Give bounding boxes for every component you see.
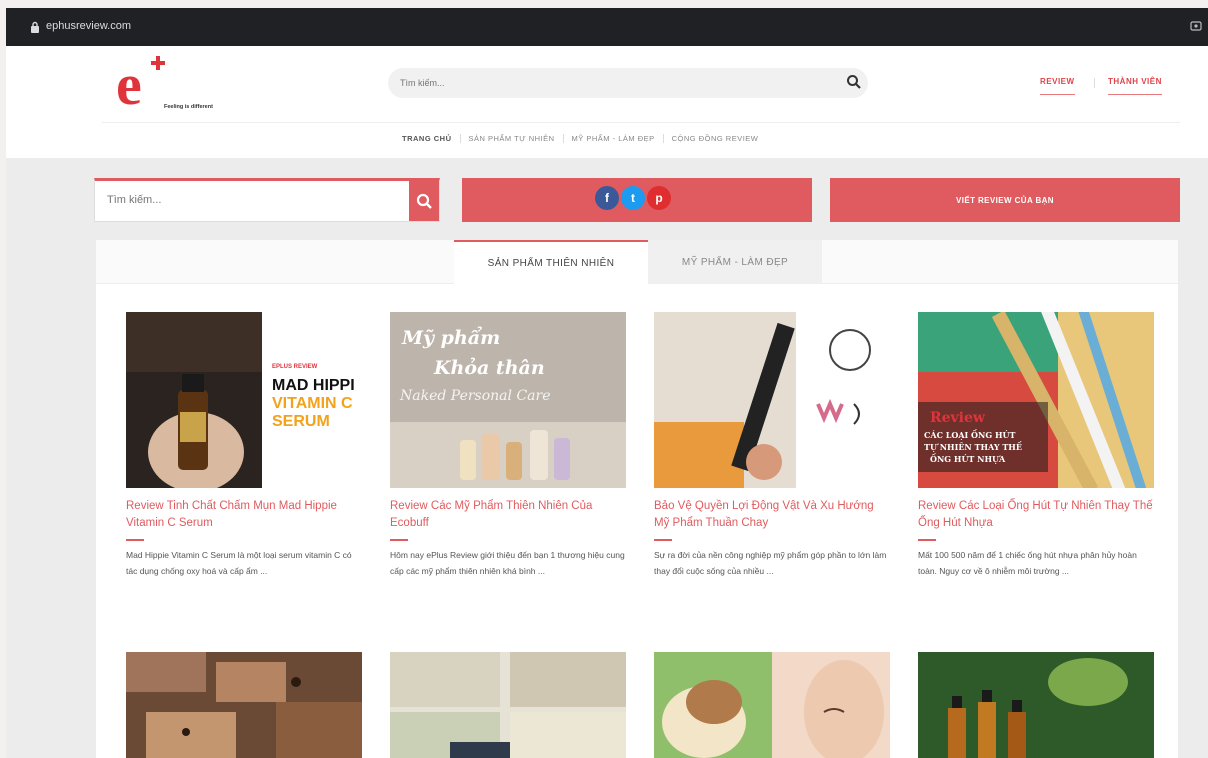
title-underline [390, 539, 408, 541]
logo-tagline: Feeling is different [164, 104, 213, 110]
straws-image-line3: TỰ NHIÊN THAY THẾ [924, 442, 1022, 452]
twitter-icon[interactable]: t [621, 186, 645, 210]
tab-natural-products[interactable]: SẢN PHẨM THIÊN NHIÊN [454, 240, 648, 284]
review-link[interactable]: REVIEW [1040, 77, 1075, 95]
pinterest-icon[interactable]: p [647, 186, 671, 210]
site-logo[interactable]: e Feeling is different [114, 52, 254, 117]
content-panel: SẢN PHẨM THIÊN NHIÊN MỸ PHẨM - LÀM ĐẸP E… [96, 240, 1178, 758]
category-tabs: SẢN PHẨM THIÊN NHIÊN MỸ PHẨM - LÀM ĐẸP [96, 240, 1178, 284]
article-thumbnail[interactable]: Mỹ phẩm Khỏa thân Naked Personal Care [390, 312, 626, 488]
search-icon [416, 193, 432, 209]
member-link-label: THÀNH VIÊN [1108, 77, 1162, 86]
review-link-underline [1040, 94, 1075, 95]
facebook-icon[interactable]: f [595, 186, 619, 210]
article-excerpt: Mad Hippie Vitamin C Serum là một loại s… [126, 550, 352, 576]
member-link[interactable]: THÀNH VIÊN [1108, 77, 1162, 95]
header-separator [1094, 78, 1095, 88]
action-row: f t p VIẾT REVIEW CỦA BẠN [6, 178, 1208, 224]
article-thumbnail[interactable] [126, 652, 362, 758]
article-title[interactable]: Bảo Vệ Quyền Lợi Động Vật Và Xu Hướng Mỹ… [654, 498, 890, 532]
search-icon[interactable] [846, 74, 862, 90]
vegan-cosmetics-image [654, 312, 890, 488]
nav-item-community[interactable]: CỘNG ĐỒNG REVIEW [664, 134, 767, 143]
article-title[interactable]: Review Các Mỹ Phẩm Thiên Nhiên Của Ecobu… [390, 498, 626, 532]
logo-mark: e [116, 52, 165, 117]
ecobuff-image-line2: Khỏa thân [433, 357, 545, 379]
url-text[interactable]: ephusreview.com [46, 20, 131, 32]
browser-url-bar[interactable]: ephusreview.com [6, 8, 1208, 46]
social-share-box: f t p [462, 178, 812, 222]
article-thumbnail[interactable] [918, 652, 1154, 758]
sidebar-search-button[interactable] [409, 181, 439, 221]
nav-divider [102, 122, 1180, 123]
article-excerpt: Mất 100 500 năm để 1 chiếc ống hút nhựa … [918, 550, 1137, 576]
serum-image-line2: VITAMIN C [272, 395, 353, 412]
article-thumbnail[interactable] [654, 652, 890, 758]
nav-item-cosmetics[interactable]: MỸ PHẨM - LÀM ĐẸP [564, 134, 664, 143]
straws-image: Review CÁC LOẠI ỐNG HÚT TỰ NHIÊN THAY TH… [918, 312, 1154, 488]
article-title[interactable]: Review Tinh Chất Chấm Mụn Mad Hippie Vit… [126, 498, 362, 532]
nav-item-natural-products[interactable]: SẢN PHẨM TỰ NHIÊN [461, 134, 564, 143]
serum-image-label: EPLUS REVIEW [272, 364, 318, 370]
ecobuff-image-line3: Naked Personal Care [399, 388, 551, 404]
article-thumbnail[interactable] [654, 312, 890, 488]
article-title[interactable]: Review Các Loại Ống Hút Tự Nhiên Thay Th… [918, 498, 1154, 532]
coconut-face-image [654, 652, 890, 758]
serum-image-line1: MAD HIPPI [272, 377, 355, 394]
social-icons: f t p [595, 186, 671, 210]
svg-text:e: e [116, 54, 142, 110]
serum-image-line3: SERUM [272, 413, 330, 430]
straws-image-line4: ỐNG HÚT NHỰA [930, 454, 1006, 464]
soap-image [126, 652, 362, 758]
title-underline [918, 539, 936, 541]
article-thumbnail[interactable]: Review CÁC LOẠI ỐNG HÚT TỰ NHIÊN THAY TH… [918, 312, 1154, 488]
lock-icon [31, 21, 39, 33]
title-underline [126, 539, 144, 541]
straws-image-line2: CÁC LOẠI ỐNG HÚT [924, 430, 1015, 440]
title-underline [654, 539, 672, 541]
review-link-label: REVIEW [1040, 77, 1075, 86]
site-header: e Feeling is different REVIEW THÀNH VIÊN… [6, 46, 1208, 158]
herbal-soap-image [390, 652, 626, 758]
article-excerpt: Sự ra đời của nền công nghiệp mỹ phẩm gó… [654, 550, 887, 576]
article-thumbnail[interactable]: EPLUS REVIEW MAD HIPPI VITAMIN C SERUM [126, 312, 362, 488]
header-search-input[interactable] [388, 68, 868, 98]
essential-oils-image [918, 652, 1154, 758]
tab-cosmetics[interactable]: MỸ PHẨM - LÀM ĐẸP [648, 240, 822, 284]
serum-image: EPLUS REVIEW MAD HIPPI VITAMIN C SERUM [126, 312, 362, 488]
nav-item-home[interactable]: TRANG CHỦ [394, 134, 461, 143]
ecobuff-image-line1: Mỹ phẩm [401, 325, 500, 349]
member-link-underline [1108, 94, 1162, 95]
ecobuff-image: Mỹ phẩm Khỏa thân Naked Personal Care [390, 312, 626, 488]
straws-image-line1: Review [930, 410, 986, 426]
sidebar-search-input[interactable] [95, 181, 405, 219]
article-excerpt: Hôm nay ePlus Review giới thiệu đến bạn … [390, 550, 625, 576]
browser-frame: ephusreview.com e Feeling is different R… [6, 8, 1208, 758]
main-nav: TRANG CHỦ SẢN PHẨM TỰ NHIÊN MỸ PHẨM - LÀ… [394, 134, 766, 143]
write-review-button[interactable]: VIẾT REVIEW CỦA BẠN [830, 178, 1180, 222]
sidebar-search [94, 178, 440, 222]
article-thumbnail[interactable] [390, 652, 626, 758]
extension-icon[interactable] [1190, 20, 1202, 32]
